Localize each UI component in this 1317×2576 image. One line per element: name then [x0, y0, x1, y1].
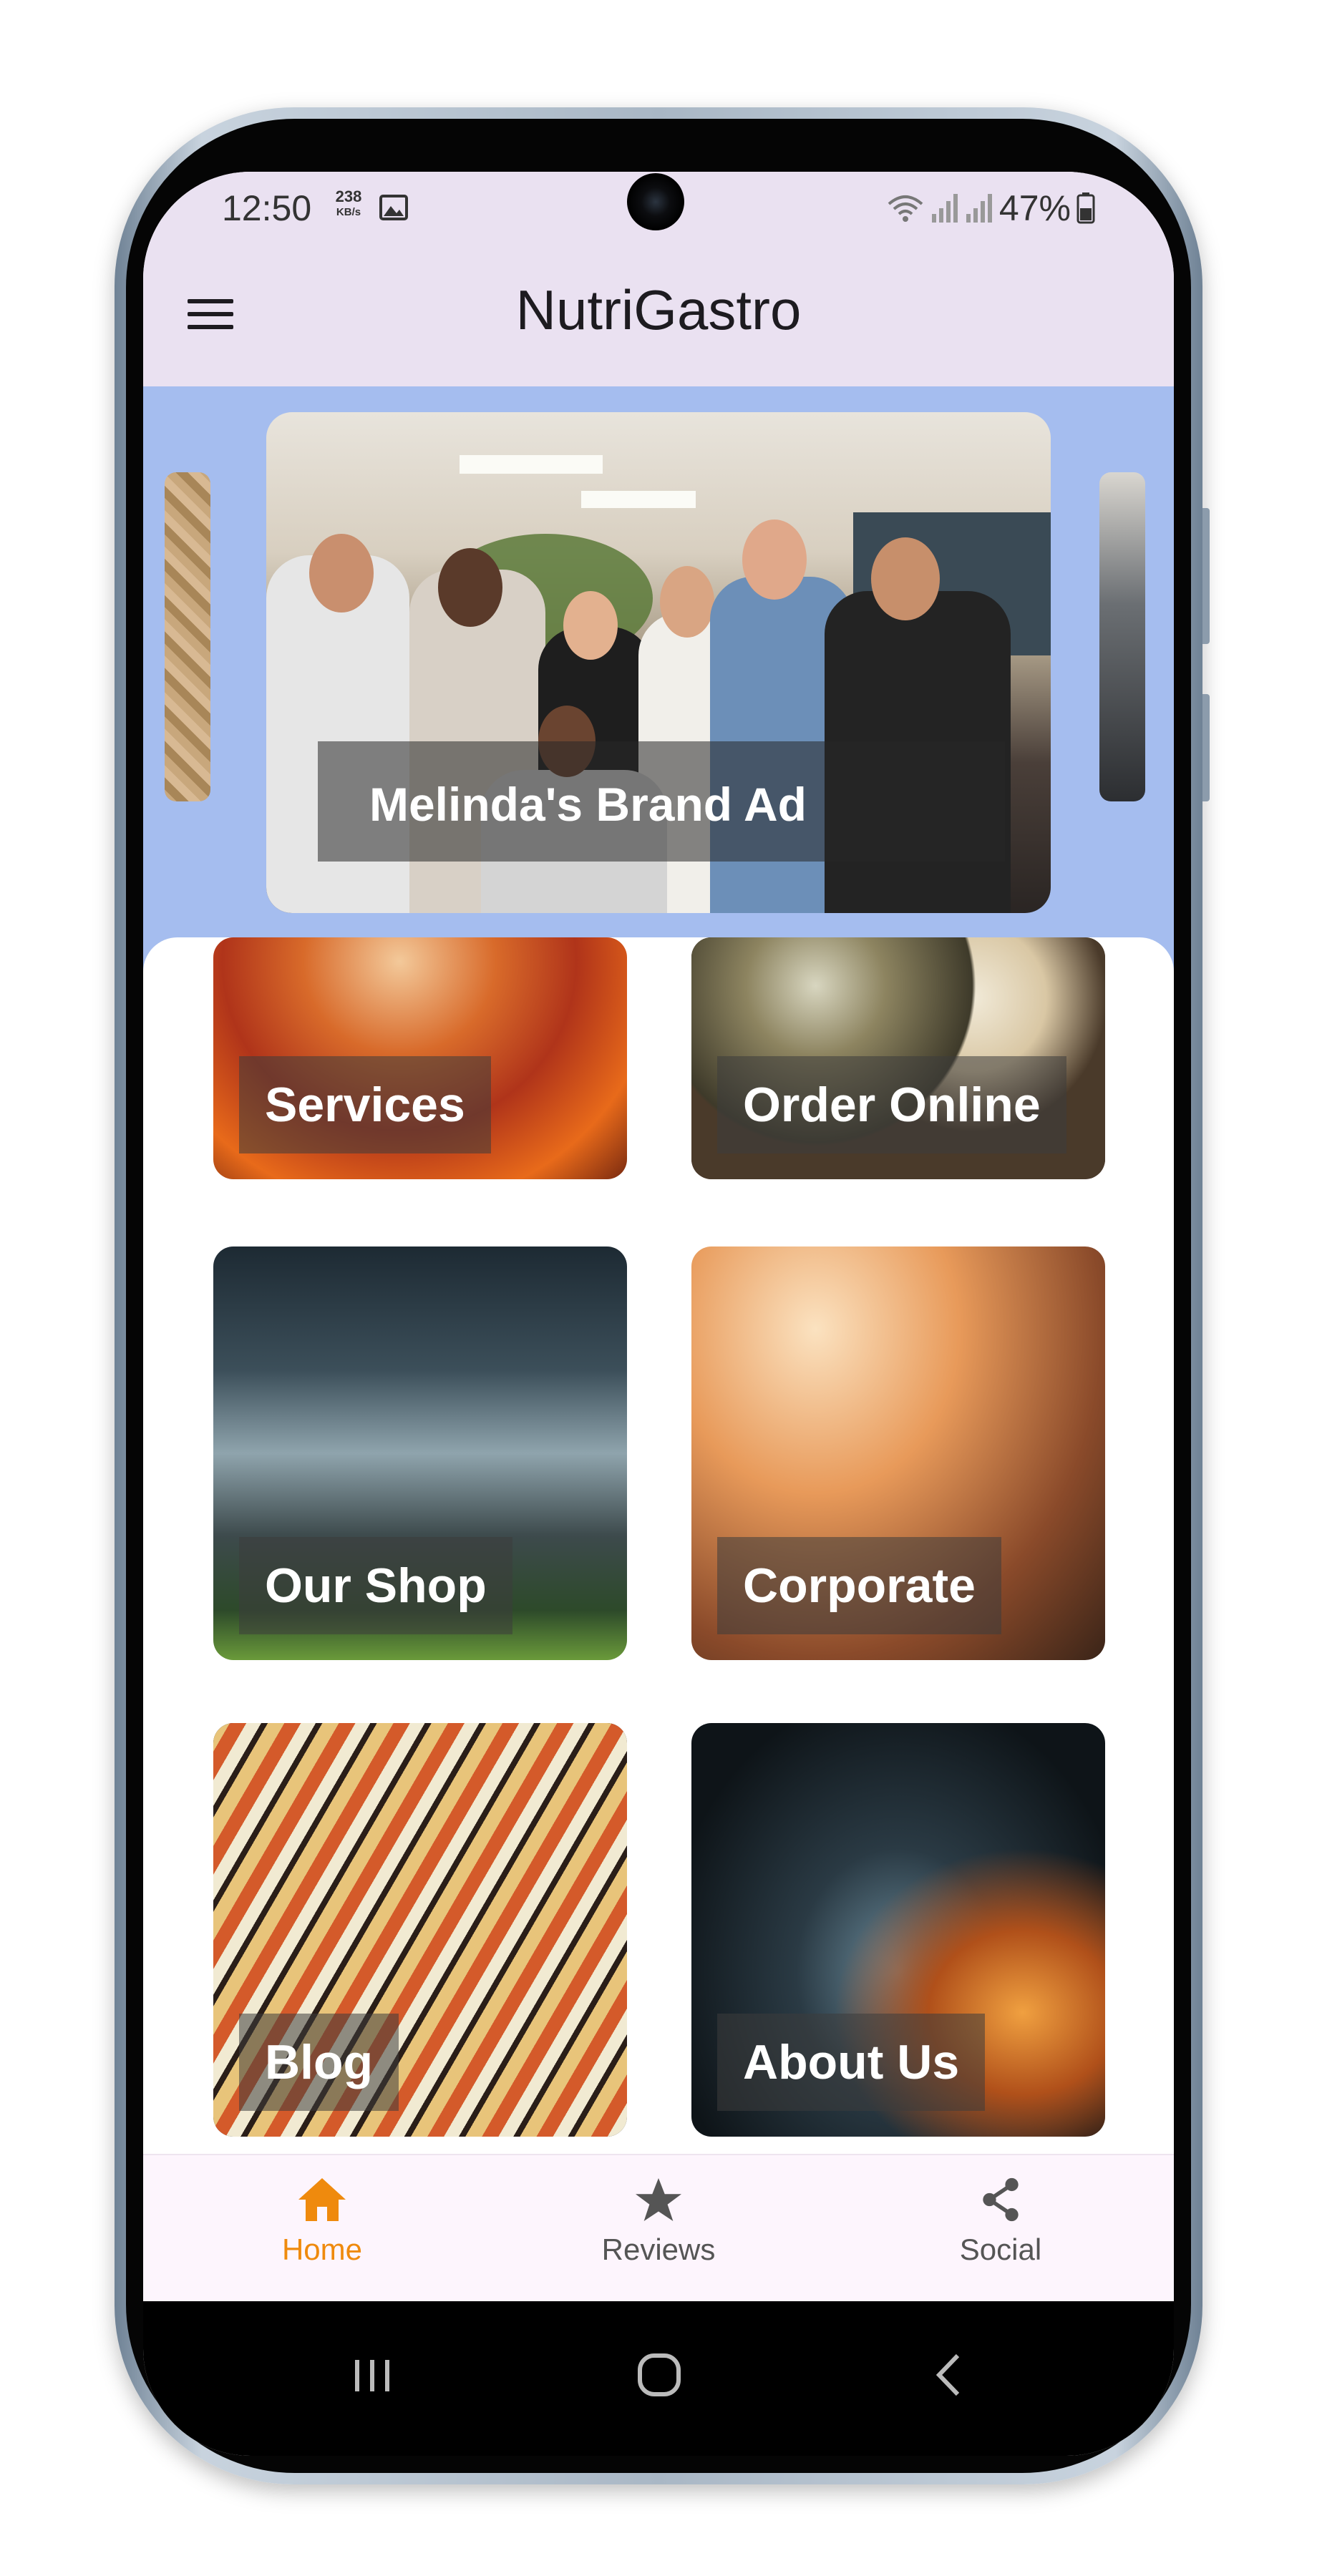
tile-label: Order Online — [743, 1078, 1041, 1132]
tile-about-us[interactable]: About Us — [691, 1723, 1105, 2137]
back-icon[interactable] — [930, 2353, 966, 2397]
app-bar: NutriGastro — [143, 243, 1174, 386]
system-navigation-bar — [143, 2301, 1174, 2456]
menu-grid: Services Order Online Our Shop Corporate — [143, 937, 1174, 2154]
tile-label: Corporate — [743, 1558, 976, 1613]
tile-label: Our Shop — [265, 1558, 487, 1613]
nav-home-label: Home — [281, 2233, 363, 2266]
network-speed-value: 238 — [335, 187, 362, 205]
nav-social[interactable]: Social — [893, 2177, 1108, 2267]
nav-reviews[interactable]: Reviews — [551, 2177, 766, 2267]
tile-services[interactable]: Services — [213, 937, 627, 1179]
home-icon — [298, 2178, 346, 2221]
tile-label: Services — [265, 1078, 465, 1132]
status-right: 47% — [886, 187, 1095, 229]
signal-icon — [966, 194, 992, 223]
status-bar: 12:50 238 KB/s 47% — [143, 172, 1174, 243]
front-camera — [627, 173, 684, 230]
signal-icon — [931, 194, 958, 223]
recent-apps-icon[interactable] — [351, 2354, 394, 2397]
star-icon — [636, 2177, 681, 2222]
tile-our-shop[interactable]: Our Shop — [213, 1246, 627, 1660]
bottom-navigation: Home Reviews Social — [143, 2154, 1174, 2303]
tile-order-online[interactable]: Order Online — [691, 937, 1105, 1179]
tile-label-box: Our Shop — [239, 1537, 512, 1634]
nav-home[interactable]: Home — [215, 2177, 429, 2267]
tile-blog[interactable]: Blog — [213, 1723, 627, 2137]
carousel-caption: Melinda's Brand Ad — [318, 741, 1005, 862]
network-speed: 238 KB/s — [328, 189, 369, 220]
carousel-caption-text: Melinda's Brand Ad — [369, 778, 807, 831]
carousel-prev-slide[interactable] — [165, 472, 210, 801]
tile-corporate[interactable]: Corporate — [691, 1246, 1105, 1660]
battery-icon — [1077, 192, 1095, 224]
battery-percent: 47% — [998, 188, 1071, 228]
wifi-icon — [888, 195, 923, 222]
tile-label-box: Services — [239, 1056, 491, 1153]
volume-button — [1202, 508, 1210, 644]
home-circle-icon[interactable] — [636, 2351, 683, 2399]
network-speed-unit: KB/s — [336, 206, 361, 218]
status-time: 12:50 — [222, 188, 312, 228]
nav-reviews-label: Reviews — [601, 2233, 716, 2266]
carousel-next-slide[interactable] — [1099, 472, 1145, 801]
tile-label: Blog — [265, 2035, 374, 2089]
banner-carousel[interactable]: Melinda's Brand Ad — [143, 386, 1174, 1009]
tile-label-box: Blog — [239, 2014, 399, 2111]
phone-screen: 12:50 238 KB/s 47% NutriGastro Melinda's… — [143, 172, 1174, 2456]
tile-label-box: Order Online — [717, 1056, 1066, 1153]
share-icon — [983, 2177, 1019, 2222]
power-button — [1202, 694, 1210, 801]
tile-label-box: About Us — [717, 2014, 986, 2111]
tile-label: About Us — [743, 2035, 960, 2089]
nav-social-label: Social — [959, 2233, 1042, 2266]
image-icon — [379, 195, 408, 220]
app-title: NutriGastro — [515, 278, 802, 341]
carousel-current-slide[interactable]: Melinda's Brand Ad — [266, 412, 1051, 913]
tile-label-box: Corporate — [717, 1537, 1001, 1634]
